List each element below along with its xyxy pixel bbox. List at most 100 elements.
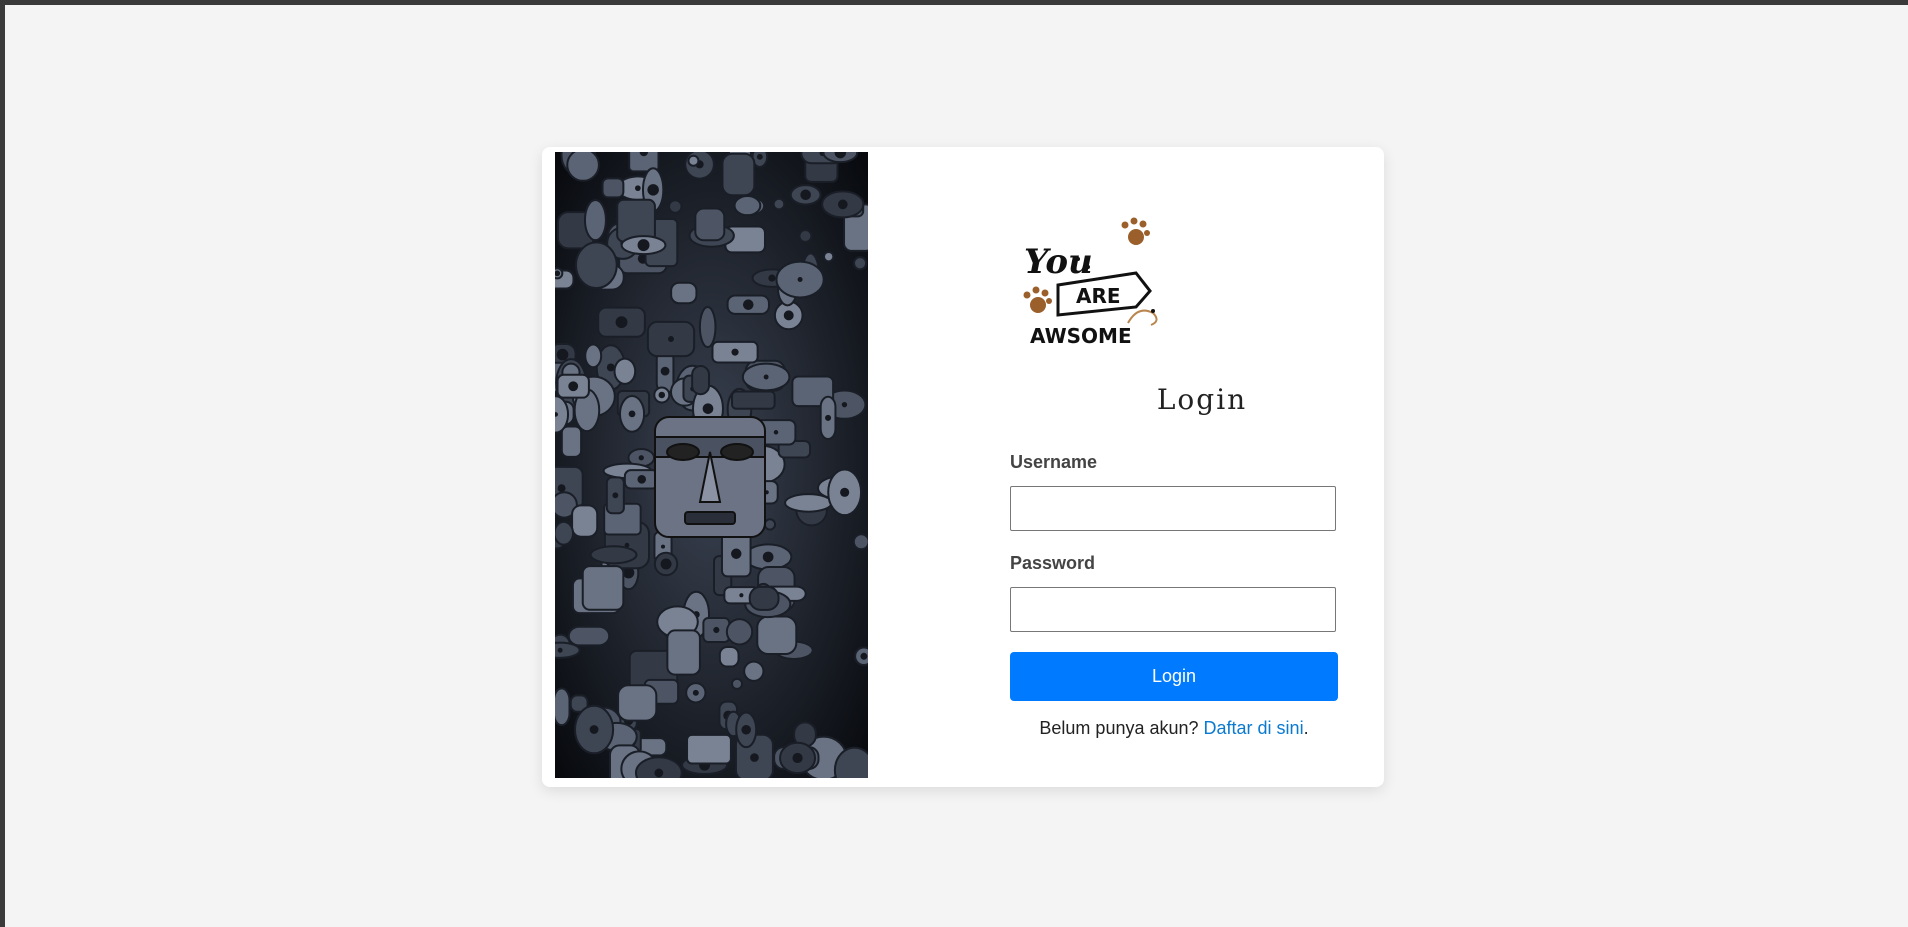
pattern-shape (634, 185, 641, 192)
decorative-side-image (555, 152, 868, 778)
signup-prompt-text: Belum punya akun? (1039, 718, 1199, 738)
pattern-shape (660, 558, 672, 570)
pattern-shape (763, 518, 777, 531)
pattern-shape (743, 660, 765, 682)
pattern-shape (637, 239, 650, 252)
pattern-shape (840, 487, 850, 497)
pattern-shape (798, 228, 813, 244)
pattern-shape (686, 733, 732, 765)
pattern-shape (668, 336, 674, 343)
pattern-shape (750, 753, 759, 762)
pattern-shape (763, 374, 769, 380)
pattern-shape (772, 197, 786, 211)
username-input[interactable] (1010, 486, 1336, 531)
pattern-shape (556, 348, 569, 361)
pattern-shape (797, 277, 803, 283)
pattern-shape (613, 357, 637, 385)
logo-text-awsome: AWSOME (1030, 324, 1132, 348)
pattern-shape (698, 306, 717, 349)
you-are-awesome-logo: You ARE AWSOME (1023, 217, 1158, 348)
pattern-shape (601, 177, 625, 199)
central-mask (654, 416, 766, 538)
pattern-shape (721, 152, 756, 197)
login-button[interactable]: Login (1010, 652, 1338, 701)
pattern-shape (731, 348, 739, 356)
pattern-shape (660, 366, 670, 376)
pattern-shape (692, 689, 699, 696)
signup-period: . (1303, 718, 1309, 738)
pattern-shape (825, 414, 832, 421)
pattern-shape (822, 250, 835, 263)
pattern-shape (566, 152, 600, 182)
pattern-shape (666, 629, 701, 676)
pattern-shape (742, 299, 754, 310)
signup-link[interactable]: Daftar di sini (1204, 718, 1304, 738)
pattern-shape (555, 520, 575, 546)
pattern-shape (615, 316, 628, 329)
pattern-shape (584, 343, 603, 369)
username-label: Username (1010, 452, 1098, 472)
pattern-shape (637, 475, 647, 484)
paw-print-icon (1023, 286, 1052, 313)
logo: You ARE AWSOME (1018, 215, 1168, 355)
pattern-shape (783, 310, 794, 321)
mask-pattern-illustration (555, 152, 868, 778)
pattern-shape (557, 484, 566, 493)
pattern-shape (574, 241, 618, 290)
pattern-shape (658, 391, 666, 399)
logo-text-you: You (1024, 242, 1093, 282)
pattern-shape (694, 207, 726, 242)
pattern-shape (852, 533, 868, 551)
pattern-shape (555, 687, 571, 727)
pattern-shape (725, 618, 754, 646)
pattern-shape (691, 365, 711, 396)
pattern-shape (567, 625, 611, 647)
pattern-shape (670, 281, 698, 305)
pattern-shape (730, 677, 744, 690)
paw-print-icon (1121, 217, 1150, 245)
pattern-shape (628, 410, 636, 418)
pattern-shape (718, 646, 740, 668)
pattern-shape (660, 544, 666, 549)
pattern-shape (667, 199, 683, 214)
pattern-shape (583, 199, 607, 242)
pattern-shape (748, 585, 780, 611)
pattern-shape (654, 768, 664, 778)
pattern-shape (612, 492, 619, 499)
pattern-shape (557, 647, 563, 653)
password-label: Password (1010, 553, 1096, 573)
pattern-shape (568, 381, 579, 392)
pattern-shape (768, 274, 776, 282)
pattern-shape (731, 548, 742, 559)
pattern-shape (589, 725, 599, 734)
page-title: Login (1156, 383, 1248, 416)
pattern-shape (773, 430, 779, 435)
pattern-shape (571, 504, 599, 538)
pattern-shape (581, 565, 625, 611)
logo-text-are: ARE (1076, 284, 1121, 308)
pattern-shape (589, 545, 638, 565)
pattern-shape (638, 455, 644, 461)
pattern-shape (792, 752, 803, 764)
pattern-shape (800, 189, 811, 201)
pattern-shape (762, 551, 774, 563)
pattern-shape (852, 256, 868, 271)
login-card: You ARE AWSOME Login Username Password L… (542, 147, 1384, 787)
pattern-shape (756, 615, 798, 656)
pattern-shape (713, 626, 720, 634)
pattern-shape (733, 194, 762, 217)
pattern-shape (739, 593, 744, 598)
pattern-shape (756, 153, 763, 160)
pattern-shape (647, 184, 659, 196)
pattern-shape (837, 199, 848, 210)
pattern-shape (702, 403, 714, 414)
pattern-shape (687, 154, 700, 167)
signup-prompt: Belum punya akun? Daftar di sini. (1010, 718, 1338, 739)
password-input[interactable] (1010, 587, 1336, 632)
pattern-shape (741, 725, 751, 735)
page-background: You ARE AWSOME Login Username Password L… (5, 5, 1908, 927)
pattern-shape (617, 684, 658, 722)
pattern-shape (860, 652, 868, 660)
pattern-shape (784, 493, 833, 513)
pattern-shape (731, 390, 776, 410)
